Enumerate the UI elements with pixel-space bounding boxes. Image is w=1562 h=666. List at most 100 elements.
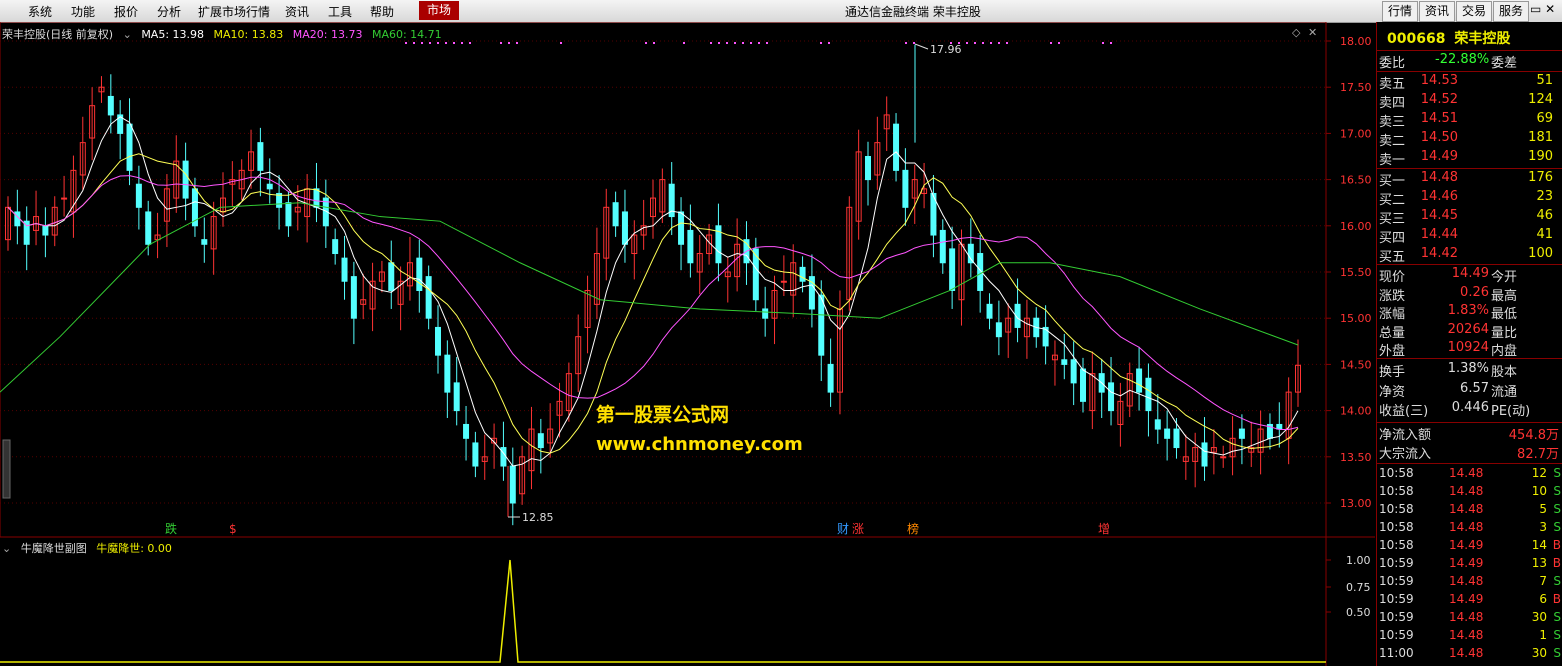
marker-fall[interactable]: 跌 — [165, 521, 177, 536]
stat-label-2: 今开 — [1491, 270, 1518, 285]
signal-dot — [461, 42, 463, 44]
legend-settings-icon[interactable]: ⌄ — [123, 28, 132, 41]
kline-chart[interactable]: 18.00 17.50 17.00 16.50 16.00 15.50 15.00 14.50… — [0, 22, 1375, 666]
weibi-row: 委比 -22.88% 委差 — [1379, 52, 1518, 71]
candle-down — [1145, 377, 1152, 412]
y-tick-label: 17.00 — [1340, 127, 1372, 140]
menu-extended-market[interactable]: 扩展市场行情 — [198, 3, 270, 20]
candle-down — [453, 382, 460, 412]
news-button[interactable]: 资讯 — [1419, 1, 1456, 22]
tick-volume: 5 — [1539, 502, 1547, 516]
tick-row: 10:58 14.49 14 B — [1377, 538, 1562, 556]
row-volume: 124 — [1528, 92, 1553, 107]
menu-bar: 系统 功能 报价 分析 扩展市场行情 资讯 工具 帮助 市场 通达信金融终端 荣… — [0, 0, 1562, 23]
menu-help[interactable]: 帮助 — [370, 3, 394, 20]
stat-row: 现价 14.49 今开 — [1377, 266, 1562, 285]
tick-flag: S — [1553, 520, 1561, 534]
row-price: 14.44 — [1420, 227, 1458, 242]
candle-up — [61, 197, 68, 200]
menu-market[interactable]: 市场 — [419, 1, 460, 20]
signal-dot — [500, 42, 502, 44]
signal-dot — [750, 42, 752, 44]
marker-dollar[interactable]: $ — [229, 522, 237, 536]
signal-dot — [734, 42, 736, 44]
quote-button[interactable]: 行情 — [1382, 1, 1419, 22]
divider — [1377, 264, 1562, 265]
row-volume: 41 — [1536, 227, 1553, 242]
tick-price: 14.48 — [1449, 646, 1484, 660]
weibi-value: -22.88% — [1435, 52, 1490, 67]
flow-row: 大宗流入 82.7万 — [1377, 443, 1562, 462]
flow-value: 454.8万 — [1508, 428, 1559, 443]
candle-down — [182, 160, 189, 199]
window-controls[interactable]: ▭ ✕ — [1530, 2, 1560, 20]
signal-dots — [405, 42, 1112, 44]
row-volume: 51 — [1536, 73, 1553, 88]
service-button[interactable]: 服务 — [1493, 1, 1530, 22]
tick-flag: S — [1553, 484, 1561, 498]
marker-increase[interactable]: 增 — [1098, 522, 1110, 536]
signal-dot — [710, 42, 712, 44]
signal-dot — [966, 42, 968, 44]
stat-label-2: 最低 — [1491, 307, 1518, 322]
menu-system[interactable]: 系统 — [28, 3, 52, 20]
tick-time: 10:59 — [1379, 574, 1414, 588]
menu-news[interactable]: 资讯 — [285, 3, 309, 20]
signal-dot — [421, 42, 423, 44]
menu-analysis[interactable]: 分析 — [157, 3, 181, 20]
menu-tools[interactable]: 工具 — [328, 3, 352, 20]
candle-down — [687, 229, 694, 264]
row-price: 14.49 — [1420, 149, 1458, 164]
tick-time: 10:59 — [1379, 610, 1414, 624]
tick-row: 10:58 14.48 10 S — [1377, 484, 1562, 502]
marker-rank[interactable]: 榜 — [907, 521, 919, 536]
row-price: 14.48 — [1420, 170, 1458, 185]
high-marker-line — [914, 43, 929, 50]
marker-rise[interactable]: 涨 — [852, 521, 864, 536]
tick-price: 14.48 — [1449, 628, 1484, 642]
tick-flag: S — [1553, 628, 1561, 642]
candle-down — [1276, 423, 1283, 430]
trade-button[interactable]: 交易 — [1456, 1, 1493, 22]
menu-quote[interactable]: 报价 — [114, 3, 138, 20]
sub-chart-menu-icon[interactable]: ⌄ — [2, 542, 11, 555]
row-price: 14.52 — [1420, 92, 1458, 107]
row-price: 14.51 — [1420, 111, 1458, 126]
tick-row: 10:59 14.49 13 B — [1377, 556, 1562, 574]
candle-down — [1238, 428, 1245, 439]
signal-dot — [905, 42, 907, 44]
stat-row: 收益(三) 0.446 PE(动) — [1377, 400, 1562, 419]
stat-value: 1.83% — [1447, 303, 1489, 318]
tick-volume: 12 — [1531, 466, 1547, 480]
stat-value: 10924 — [1447, 340, 1489, 355]
tick-row: 10:59 14.48 1 S — [1377, 628, 1562, 646]
tick-volume: 30 — [1531, 646, 1547, 660]
tick-time: 10:58 — [1379, 466, 1414, 480]
signal-dot — [445, 42, 447, 44]
row-label: 买五 — [1379, 250, 1406, 265]
close-icon[interactable]: ✕ — [1308, 26, 1317, 39]
candle-down — [865, 156, 871, 181]
sub-chart-legend: ⌄ 牛魔降世副图 牛魔降世: 0.00 — [2, 540, 178, 556]
tick-volume: 13 — [1531, 556, 1547, 570]
diamond-icon[interactable]: ◇ — [1292, 26, 1301, 39]
ask-row: 卖三 14.51 69 — [1377, 111, 1562, 130]
stat-label-2: 流通 — [1491, 384, 1518, 400]
candle-down — [1201, 442, 1208, 467]
row-label: 买二 — [1379, 193, 1406, 208]
signal-dot — [913, 42, 915, 44]
sub-y-tick-label: 0.50 — [1346, 606, 1371, 619]
tick-row: 10:58 14.48 3 S — [1377, 520, 1562, 538]
chart-scroll-handle[interactable] — [2, 439, 11, 499]
stat-value: 6.57 — [1460, 380, 1489, 396]
bid-row: 买五 14.42 100 — [1377, 246, 1562, 265]
marker-finance[interactable]: 财 — [837, 522, 849, 536]
y-tick-label: 16.50 — [1340, 174, 1372, 187]
tick-flag: B — [1552, 538, 1561, 552]
row-price: 14.50 — [1420, 130, 1458, 145]
candle-up — [780, 280, 787, 283]
row-volume: 176 — [1528, 170, 1553, 185]
candle-down — [939, 229, 946, 264]
signal-dot — [413, 42, 415, 44]
menu-function[interactable]: 功能 — [71, 3, 95, 20]
